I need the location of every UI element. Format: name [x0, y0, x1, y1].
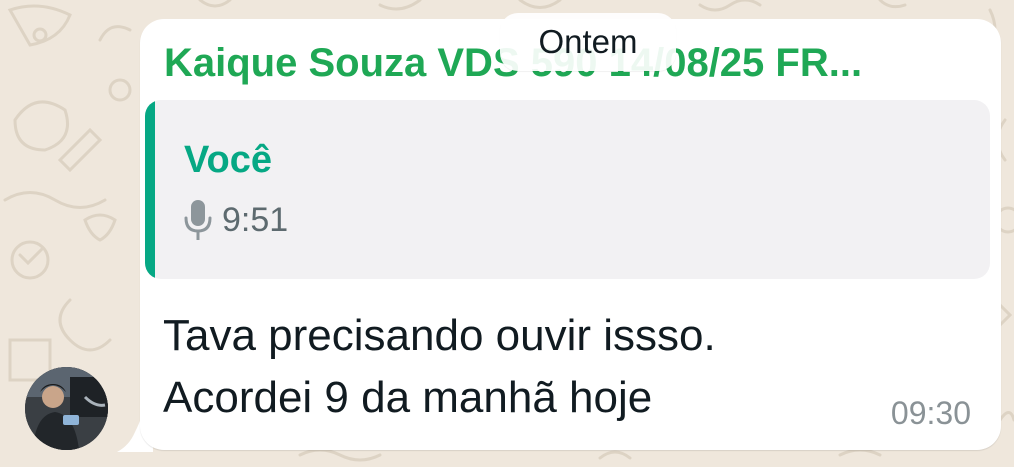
avatar[interactable] — [25, 367, 108, 450]
quoted-message[interactable]: Você 9:51 — [145, 100, 990, 279]
mic-icon — [184, 200, 212, 240]
message-line: Acordei 9 da manhã hoje — [163, 373, 653, 422]
date-separator: Ontem — [500, 13, 676, 71]
audio-duration: 9:51 — [222, 201, 289, 239]
quote-audio-info: 9:51 — [183, 198, 288, 242]
message-line: Tava precisando ouvir issso. — [163, 311, 716, 360]
quote-author: Você — [184, 139, 273, 181]
message-time: 09:30 — [890, 395, 971, 431]
message-text: Tava precisando ouvir issso. Acordei 9 d… — [163, 305, 843, 429]
avatar-photo — [25, 367, 108, 450]
quote-accent-bar — [145, 100, 155, 279]
message-bubble[interactable]: Kaique Souza VDS 590 14/08/25 FR... Você… — [140, 19, 1001, 450]
